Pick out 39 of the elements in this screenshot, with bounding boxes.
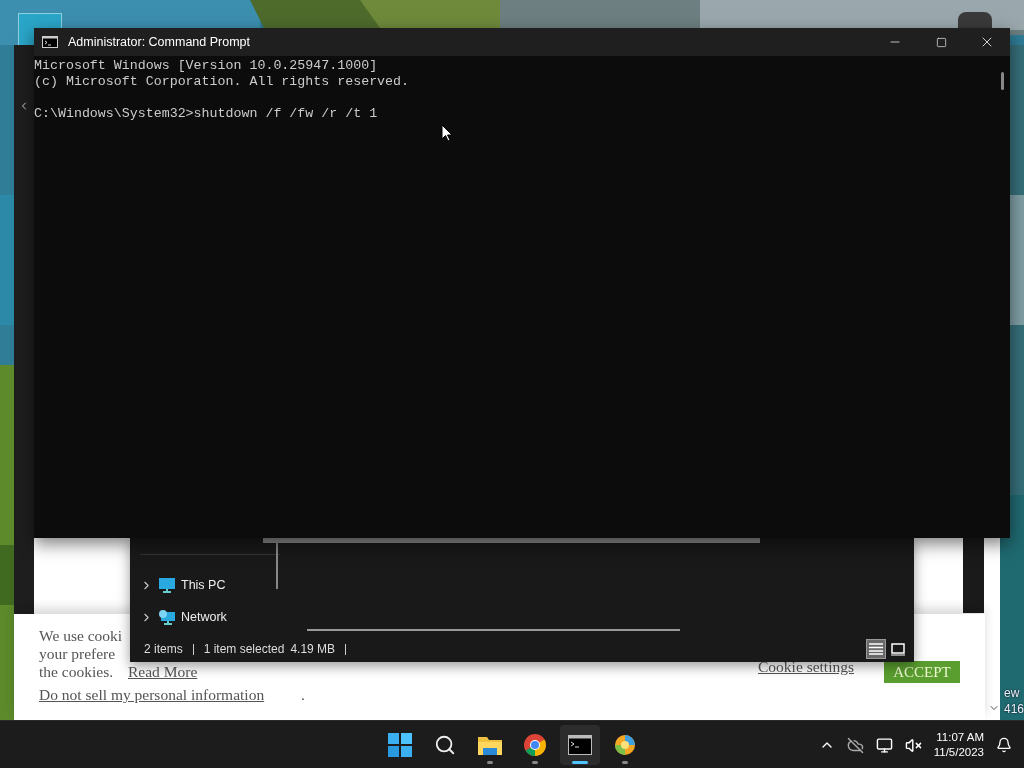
terminal-icon — [568, 735, 592, 755]
scrollbar-thumb[interactable] — [276, 541, 278, 589]
status-text: 4.19 MB — [290, 642, 336, 656]
icon-label: ew — [1004, 686, 1020, 700]
scrollbar-thumb[interactable] — [307, 629, 680, 631]
taskbar-app-button[interactable] — [560, 725, 600, 765]
do-not-sell-link[interactable]: Do not sell my personal information — [39, 686, 265, 704]
console-line: (c) Microsoft Corporation. All rights reserved. — [34, 74, 410, 90]
clock[interactable]: 11:07 AM 11/5/2023 — [933, 730, 984, 760]
scrollbar-thumb[interactable] — [963, 537, 984, 613]
mouse-pointer-icon — [441, 124, 453, 142]
mute-icon[interactable] — [904, 736, 922, 754]
view-button[interactable] — [866, 639, 886, 659]
status-text: 1 item selected — [203, 642, 285, 656]
list-view-icon — [869, 643, 883, 655]
nav-item[interactable]: This PC — [130, 575, 280, 595]
bell-icon[interactable] — [996, 737, 1012, 753]
scrollbar-thumb[interactable] — [1001, 72, 1004, 90]
console-line: Microsoft Windows [Version 10.0.25947.1000] — [34, 58, 378, 74]
cloud-off-icon[interactable] — [846, 736, 864, 754]
banner-text: . — [301, 686, 305, 704]
icon-label: 416 — [1004, 702, 1024, 716]
search-icon — [434, 734, 456, 756]
console-line: C:\Windows\System32>shutdown /f /fw /r /t 1 — [34, 106, 378, 122]
monitor-icon — [159, 577, 175, 593]
cookie-settings-link[interactable]: Cookie settings — [758, 658, 854, 676]
browser-icon — [523, 733, 547, 757]
banner-text: the cookies. — [39, 663, 114, 681]
nav-item[interactable]: Network — [130, 607, 280, 627]
folder-icon — [477, 734, 503, 756]
banner-text: your prefere — [39, 645, 116, 663]
read-more-link[interactable]: Read More — [128, 663, 198, 681]
network-icon — [159, 609, 175, 625]
banner-text: We use cooki — [39, 627, 123, 645]
swirl-icon — [613, 733, 637, 757]
network-icon[interactable] — [875, 736, 893, 754]
preview-pane-icon — [891, 642, 905, 656]
windows-logo-icon — [388, 733, 412, 757]
status-text: 2 items — [144, 642, 183, 656]
